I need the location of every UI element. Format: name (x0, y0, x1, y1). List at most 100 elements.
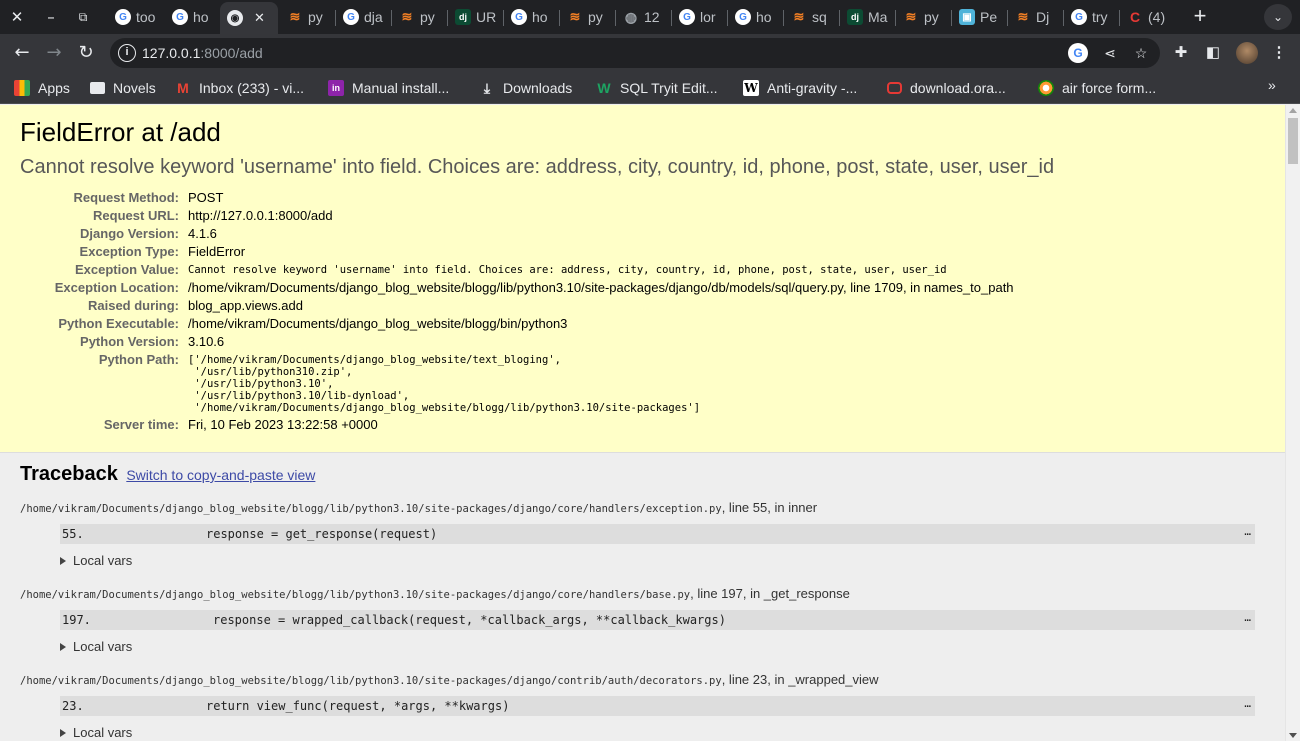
bookmark-oracle-download[interactable]: download.ora... (887, 77, 1006, 99)
error-message: Cannot resolve keyword 'username' into f… (20, 156, 1055, 178)
tab[interactable]: ◍ 12 (616, 3, 671, 31)
tab-label: py (308, 9, 323, 25)
tab-search-icon[interactable]: ⌄ (1264, 4, 1292, 30)
url-text[interactable]: 127.0.0.1:8000/add (142, 45, 263, 61)
tab-label: py (588, 9, 603, 25)
back-arrow-icon[interactable]: ← (8, 39, 36, 67)
tab[interactable]: Gdja (336, 3, 391, 31)
stackoverflow-icon: ≋ (793, 9, 805, 24)
tab[interactable]: ≋ sq (784, 3, 839, 31)
address-bar[interactable]: i 127.0.0.1:8000/add G ⋖ ☆ (110, 38, 1160, 68)
restore-window-icon[interactable]: ⧉ (70, 5, 96, 29)
bookmark-novels[interactable]: Novels (90, 77, 156, 99)
google-icon: G (735, 9, 751, 25)
bookmark-sql-tryit[interactable]: W SQL Tryit Edit... (596, 77, 717, 99)
tab[interactable]: ≋ py (560, 3, 615, 31)
close-tab-icon[interactable]: ✕ (254, 10, 265, 26)
close-window-icon[interactable]: ✕ (4, 5, 30, 29)
tab[interactable]: Gho (728, 3, 783, 31)
tab-label: py (420, 9, 435, 25)
meta-row: Django Version: 4.1.6 (20, 225, 1014, 243)
share-icon[interactable]: ⋖ (1100, 43, 1120, 63)
more-menu-icon[interactable]: ⋮ (1266, 40, 1292, 66)
google-icon: G (172, 9, 188, 25)
traceback-heading: Traceback (20, 463, 118, 485)
profile-avatar[interactable] (1236, 42, 1258, 64)
frame-where: , line 55, in inner (721, 500, 818, 515)
bookmark-star-icon[interactable]: ☆ (1131, 43, 1151, 63)
switch-to-copy-paste-link[interactable]: Switch to copy-and-paste view (126, 467, 315, 483)
chrome-icon: ◉ (227, 10, 243, 26)
extensions-puzzle-icon[interactable]: ✚ (1168, 40, 1194, 66)
error-title: FieldError at /add (20, 117, 221, 147)
tab[interactable]: Gtry (1064, 3, 1119, 31)
bookmarks-bar: Apps Novels M Inbox (233) - vi... in Manua… (0, 72, 1300, 104)
bookmark-label: Novels (113, 80, 156, 96)
tab-label: Ma (868, 9, 888, 25)
minimize-window-icon[interactable]: – (38, 5, 64, 29)
bookmark-label: Downloads (503, 80, 573, 96)
tab[interactable]: ≋ py (280, 3, 335, 31)
stackoverflow-icon: ≋ (1017, 9, 1029, 24)
google-icon: G (343, 9, 359, 25)
stackoverflow-icon: ≋ (905, 9, 917, 24)
site-info-icon[interactable]: i (118, 44, 136, 62)
tab[interactable]: Gho (165, 3, 220, 31)
tab[interactable]: C (4) (1120, 3, 1175, 31)
tab-active[interactable]: ◉ ✕ (220, 2, 278, 34)
frame-context-line[interactable]: 197. response = wrapped_callback(request… (60, 610, 1255, 630)
scroll-up-icon[interactable] (1289, 108, 1297, 113)
frame-context-line[interactable]: 23. return view_func(request, *args, **k… (60, 696, 1255, 716)
meta-label: Request URL: (93, 208, 179, 223)
bookmarks-overflow-icon[interactable]: » (1268, 77, 1276, 93)
tab[interactable]: ≋ py (392, 3, 447, 31)
bookmark-manual-install[interactable]: in Manual install... (328, 77, 449, 99)
bookmark-downloads[interactable]: ⤓ Downloads (479, 77, 572, 99)
frame-code: response = get_response(request) (206, 527, 438, 541)
frame-line-number: 55. (62, 527, 84, 541)
tab[interactable]: Gtoo (108, 3, 163, 31)
forward-arrow-icon[interactable]: → (40, 39, 68, 67)
tab[interactable]: Glor (672, 3, 727, 31)
google-lens-icon[interactable]: G (1068, 43, 1088, 63)
bookmark-label: air force form... (1062, 80, 1157, 96)
expand-context-icon[interactable]: … (1244, 522, 1251, 542)
bookmark-inbox[interactable]: M Inbox (233) - vi... (175, 77, 304, 99)
expand-context-icon[interactable]: … (1244, 608, 1251, 628)
new-tab-button[interactable]: + (1186, 4, 1214, 30)
meta-label: Request Method: (73, 190, 179, 205)
cube-icon: ▣ (959, 9, 975, 25)
django-icon: dj (847, 9, 863, 25)
tab-label: lor (700, 9, 716, 25)
tab[interactable]: dj Ma (840, 3, 895, 31)
meta-label: Python Version: (80, 334, 179, 349)
local-vars-toggle[interactable]: Local vars (60, 725, 1265, 740)
frame-context-line[interactable]: 55. response = get_response(request) … (60, 524, 1255, 544)
bookmark-apps[interactable]: Apps (14, 77, 70, 99)
local-vars-toggle[interactable]: Local vars (60, 639, 1265, 654)
google-icon: G (679, 9, 695, 25)
tab[interactable]: dj UR (448, 3, 503, 31)
frame-file: /home/vikram/Documents/django_blog_websi… (20, 675, 722, 687)
bookmark-anti-gravity[interactable]: W Anti-gravity -... (743, 77, 857, 99)
tab-label: Pe (980, 9, 998, 25)
expand-context-icon[interactable]: … (1244, 694, 1251, 714)
bookmark-air-force-form[interactable]: air force form... (1038, 77, 1156, 99)
scrollbar-thumb[interactable] (1288, 118, 1298, 164)
request-url: http://127.0.0.1:8000/add (188, 208, 333, 223)
exception-type: FieldError (188, 244, 246, 259)
scroll-down-icon[interactable] (1289, 733, 1297, 738)
traceback-frame: /home/vikram/Documents/django_blog_websi… (20, 586, 1265, 654)
tab[interactable]: ▣ Pe (952, 3, 1007, 31)
tab[interactable]: ≋ Dj (1008, 3, 1063, 31)
tab-label: ho (756, 9, 772, 25)
side-panel-icon[interactable]: ◧ (1200, 40, 1226, 66)
tab-label: too (136, 9, 156, 25)
reload-icon[interactable]: ↻ (72, 39, 100, 67)
tab[interactable]: Gho (504, 3, 559, 31)
tab-label: UR (476, 9, 497, 25)
tab[interactable]: ≋ py (896, 3, 951, 31)
local-vars-toggle[interactable]: Local vars (60, 553, 1265, 568)
meta-label: Raised during: (87, 298, 179, 313)
page-scrollbar[interactable] (1285, 105, 1300, 741)
